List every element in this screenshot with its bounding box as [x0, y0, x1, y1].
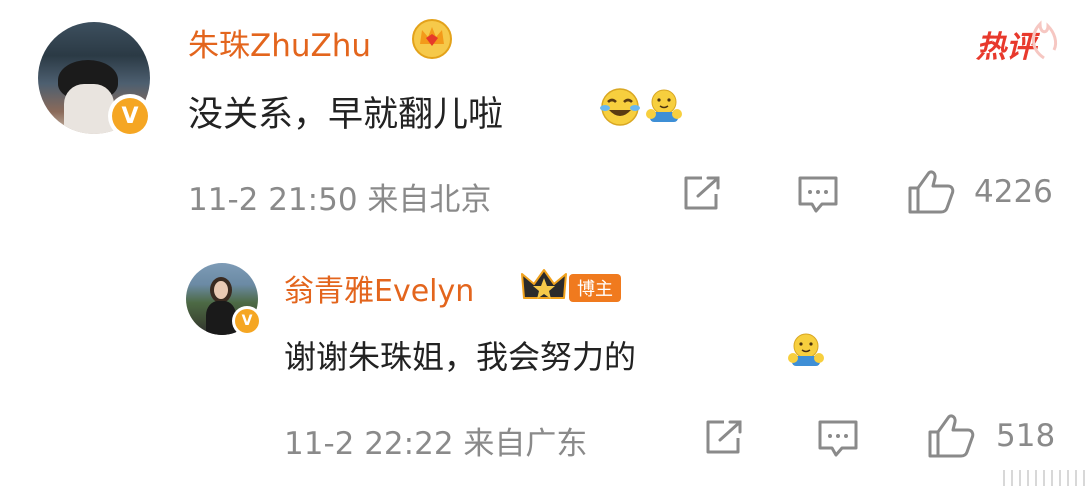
comment-text: 没关系，早就翻儿啦: [188, 95, 504, 135]
share-icon[interactable]: [680, 174, 724, 214]
crown-icon: [412, 19, 452, 59]
hug-emoji-icon: [646, 89, 682, 122]
blogger-tag: 博主: [569, 274, 621, 302]
comment-icon[interactable]: [796, 174, 840, 216]
laugh-cry-emoji-icon: [600, 88, 640, 126]
watermark-decoration: [1003, 470, 1085, 486]
comment-icon[interactable]: [816, 418, 860, 460]
comment-meta: 11-2 21:50 来自北京: [188, 182, 492, 218]
comment-text: 谢谢朱珠姐，我会努力的: [284, 338, 637, 376]
hot-flame-icon: [1031, 20, 1058, 60]
crown-icon: [521, 269, 567, 299]
like-count: 518: [996, 418, 1056, 454]
like-icon[interactable]: [906, 168, 956, 216]
verified-badge-icon: V: [232, 306, 262, 336]
share-icon[interactable]: [702, 418, 746, 458]
like-count: 4226: [974, 174, 1053, 210]
hug-emoji-icon: [788, 333, 824, 366]
author-name[interactable]: 朱珠ZhuZhu: [188, 20, 371, 65]
like-icon[interactable]: [926, 412, 976, 460]
author-name[interactable]: 翁青雅Evelyn: [284, 266, 474, 310]
verified-badge-icon: V: [108, 94, 152, 138]
comment-meta: 11-2 22:22 来自广东: [284, 426, 588, 462]
